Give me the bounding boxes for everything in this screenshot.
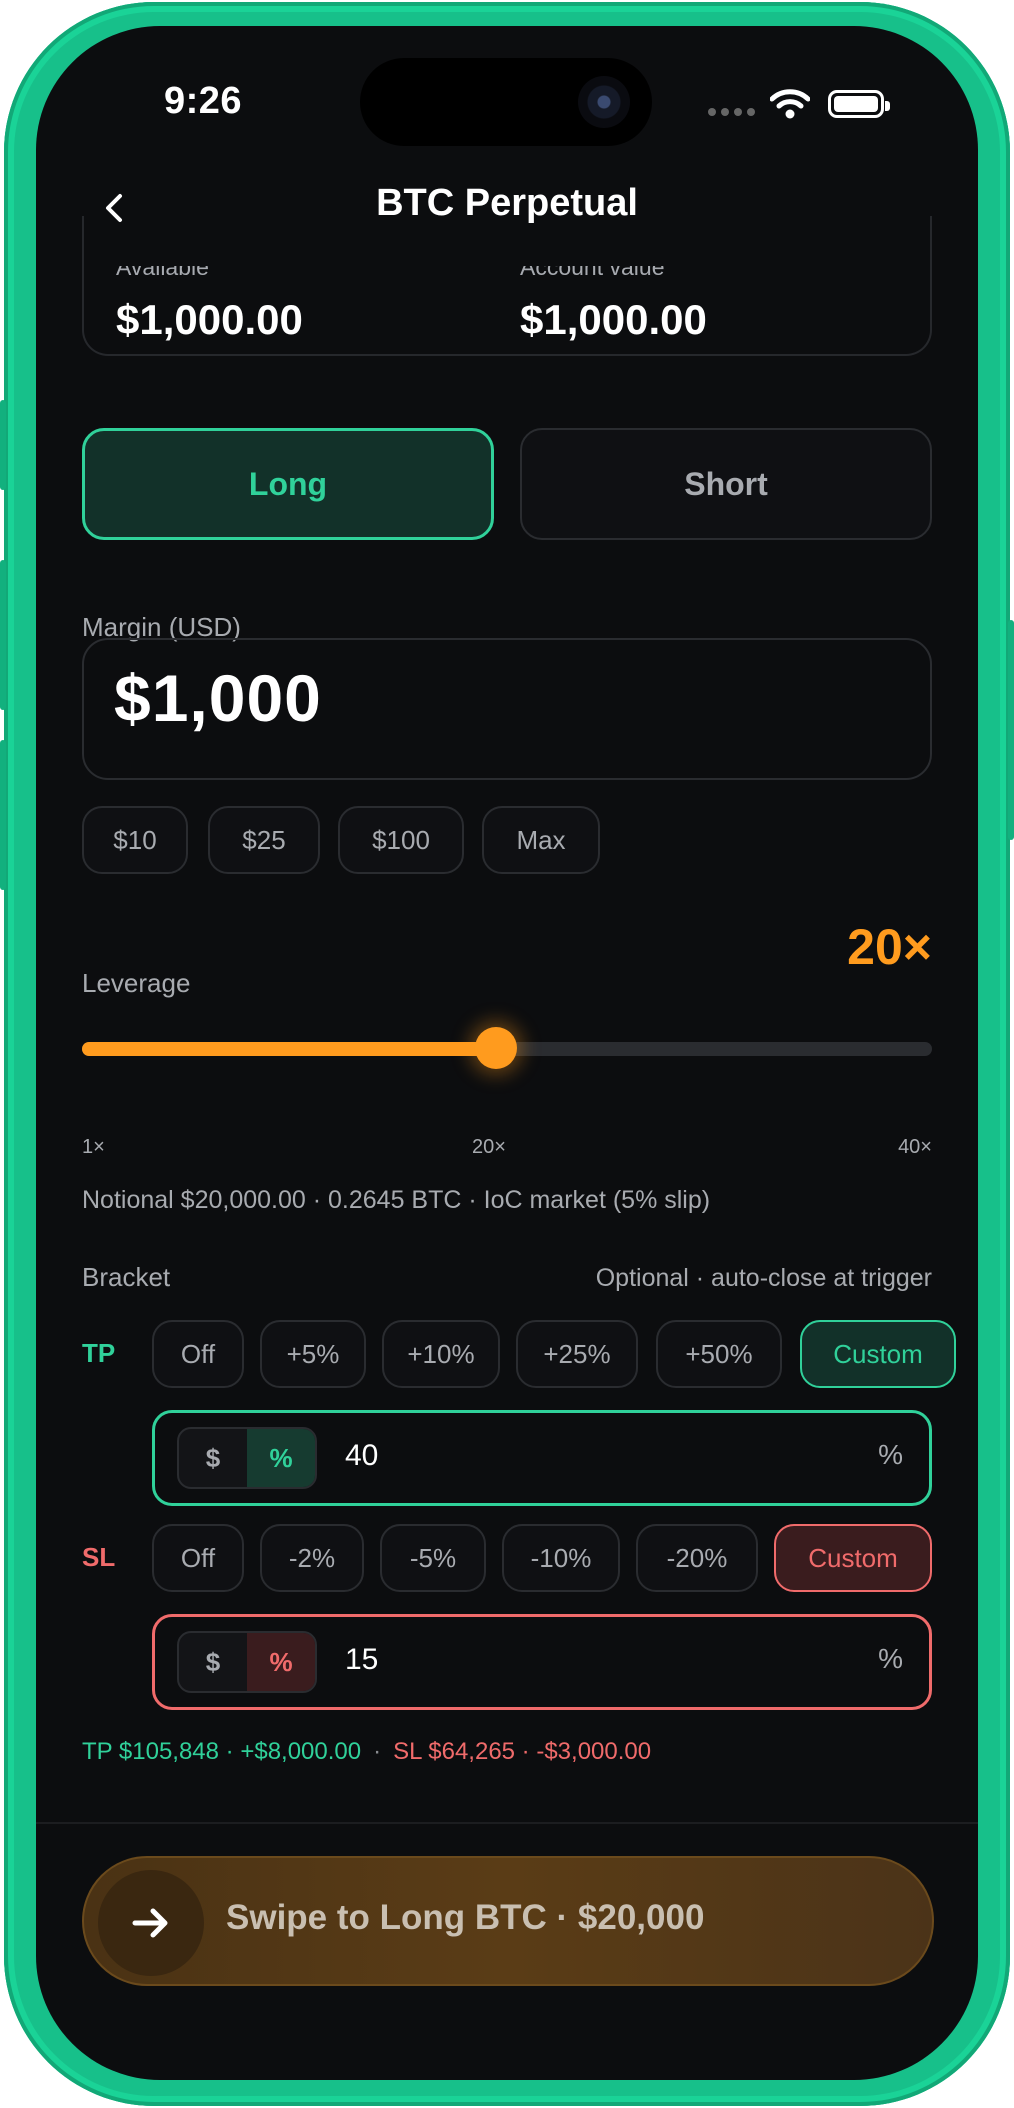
dynamic-island (360, 58, 652, 146)
swipe-to-trade-button[interactable]: Swipe to Long BTC · $20,000 (82, 1856, 934, 1986)
swipe-handle[interactable] (98, 1870, 204, 1976)
wifi-icon (770, 89, 810, 119)
cellular-signal-icon (708, 108, 755, 116)
leverage-value: 20× (847, 919, 932, 975)
tp-option-5[interactable]: +5% (260, 1320, 366, 1388)
arrow-right-icon (132, 1908, 168, 1938)
side-button (0, 400, 6, 490)
margin-preset-10[interactable]: $10 (82, 806, 188, 874)
short-button[interactable]: Short (520, 428, 932, 540)
sl-label: SL (82, 1542, 116, 1572)
tp-summary: TP $105,848 · +$8,000.00 (82, 1738, 362, 1765)
sl-unit-suffix: % (878, 1643, 903, 1674)
sl-unit-toggle[interactable]: $ % (177, 1631, 317, 1693)
sl-option-custom[interactable]: Custom (774, 1524, 932, 1592)
tp-option-10[interactable]: +10% (382, 1320, 500, 1388)
notional-text: Notional $20,000.00 · 0.2645 BTC · IoC m… (82, 1186, 711, 1214)
tp-label: TP (82, 1338, 116, 1368)
tp-unit-percent[interactable]: % (247, 1429, 315, 1487)
status-time: 9:26 (164, 80, 243, 122)
tp-value: 40 (345, 1439, 379, 1472)
tp-option-25[interactable]: +25% (516, 1320, 638, 1388)
account-value: $1,000.00 (520, 296, 707, 343)
side-button (1008, 620, 1014, 840)
leverage-tick-min: 1× (82, 1136, 105, 1158)
tp-unit-dollar[interactable]: $ (179, 1429, 247, 1487)
tp-option-custom[interactable]: Custom (800, 1320, 956, 1388)
tp-option-off[interactable]: Off (152, 1320, 244, 1388)
swipe-label: Swipe to Long BTC · $20,000 (226, 1898, 705, 1937)
tp-unit-toggle[interactable]: $ % (177, 1427, 317, 1489)
bracket-summary: TP $105,848 · +$8,000.00 · SL $64,265 · -$… (82, 1738, 651, 1766)
long-button[interactable]: Long (82, 428, 494, 540)
leverage-label: Leverage (82, 968, 191, 998)
tp-option-50[interactable]: +50% (656, 1320, 782, 1388)
leverage-tick-mid: 20× (472, 1136, 506, 1158)
divider (36, 1822, 978, 1824)
tp-unit-suffix: % (878, 1439, 903, 1470)
leverage-slider-fill (82, 1042, 497, 1056)
sl-option-10[interactable]: -10% (502, 1524, 620, 1592)
sl-custom-field[interactable]: $ % 15 % (152, 1614, 932, 1710)
margin-preset-25[interactable]: $25 (208, 806, 320, 874)
sl-option-20[interactable]: -20% (636, 1524, 758, 1592)
app-screen: 9:26 BTC Perpetual Available $1,000.00 A… (36, 26, 978, 2080)
sl-unit-percent[interactable]: % (247, 1633, 315, 1691)
margin-value: $1,000 (114, 661, 322, 735)
sl-option-2[interactable]: -2% (260, 1524, 364, 1592)
side-button (0, 560, 6, 710)
leverage-slider-thumb[interactable] (475, 1027, 518, 1069)
bracket-label: Bracket (82, 1262, 171, 1292)
sl-option-5[interactable]: -5% (380, 1524, 486, 1592)
sl-value: 15 (345, 1643, 379, 1676)
summary-separator: · (373, 1738, 382, 1765)
margin-preset-max[interactable]: Max (482, 806, 600, 874)
tp-custom-field[interactable]: $ % 40 % (152, 1410, 932, 1506)
leverage-tick-max: 40× (898, 1136, 932, 1158)
sl-option-off[interactable]: Off (152, 1524, 244, 1592)
side-button (0, 740, 6, 890)
sl-unit-dollar[interactable]: $ (179, 1633, 247, 1691)
battery-icon (828, 90, 890, 118)
margin-preset-100[interactable]: $100 (338, 806, 464, 874)
sl-summary: SL $64,265 · -$3,000.00 (393, 1738, 652, 1765)
bracket-hint: Optional · auto-close at trigger (595, 1264, 932, 1292)
camera-icon (578, 76, 630, 128)
available-value: $1,000.00 (116, 296, 303, 343)
